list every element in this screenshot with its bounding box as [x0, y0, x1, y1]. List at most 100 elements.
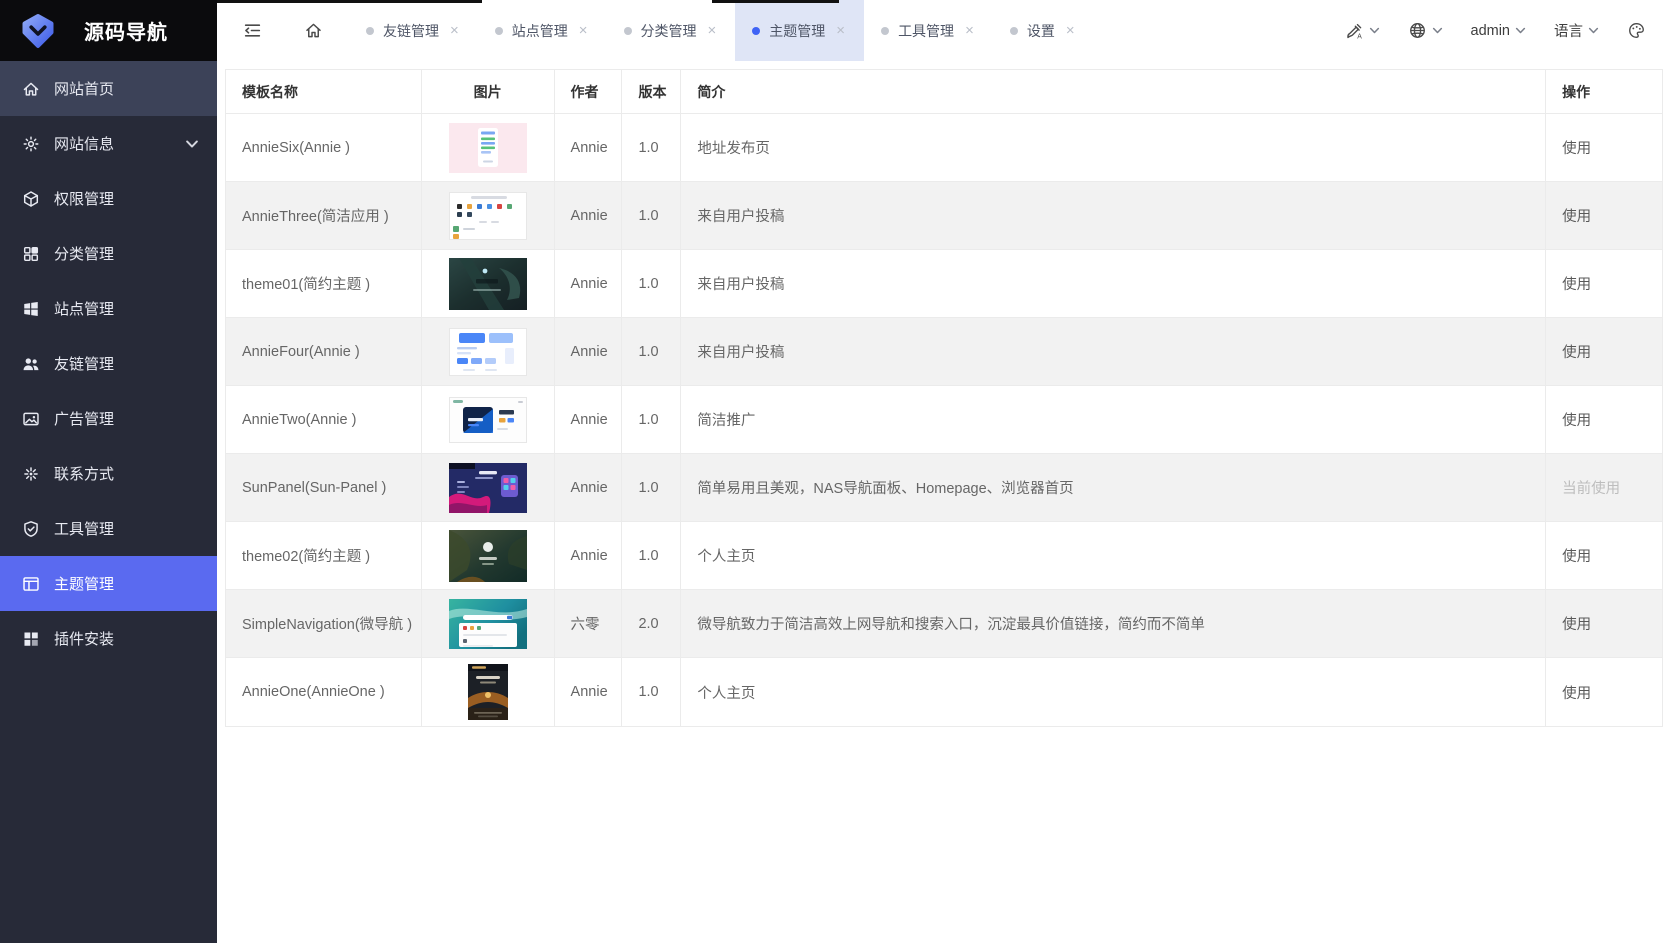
thumbnail-cell	[421, 590, 555, 658]
brand-logo-icon	[18, 11, 58, 51]
chevron-down-icon	[1588, 26, 1599, 35]
author-cell: Annie	[554, 250, 623, 318]
template-name-cell: AnnieTwo(Annie )	[226, 386, 422, 454]
version-cell: 1.0	[622, 522, 682, 590]
tab-close-icon[interactable]: ×	[577, 21, 590, 40]
sidebar-item-site-windows[interactable]: 站点管理	[0, 281, 217, 336]
tab-1[interactable]: 站点管理 ×	[478, 0, 607, 61]
cube-icon	[22, 190, 40, 208]
sidebar-item-category-grid[interactable]: 分类管理	[0, 226, 217, 281]
sidebar-item-users[interactable]: 友链管理	[0, 336, 217, 391]
action-use-button[interactable]: 使用	[1562, 409, 1591, 430]
tab-3[interactable]: 主题管理 ×	[735, 0, 865, 61]
sidebar-item-shield-check[interactable]: 工具管理	[0, 501, 217, 556]
action-use-button[interactable]: 使用	[1562, 341, 1591, 362]
author-cell: Annie	[554, 114, 623, 182]
tab-close-icon[interactable]: ×	[706, 21, 719, 40]
theme-thumbnail	[448, 598, 527, 649]
column-header: 简介	[681, 70, 1547, 114]
translate-menu[interactable]: A	[1345, 21, 1380, 40]
action-use-button[interactable]: 使用	[1562, 273, 1591, 294]
table-row: theme01(简约主题 ) Annie 1.0 来自用户投稿 使用	[226, 250, 1663, 318]
sidebar-item-label: 广告管理	[54, 411, 115, 428]
action-use-button[interactable]: 使用	[1562, 137, 1591, 158]
column-header: 作者	[554, 70, 623, 114]
template-name-cell: AnnieThree(简洁应用 )	[226, 182, 422, 250]
sidebar-item-plugin-grid[interactable]: 插件安装	[0, 611, 217, 666]
sidebar-item-label: 插件安装	[54, 631, 115, 648]
action-use-button[interactable]: 使用	[1562, 613, 1591, 634]
template-name-cell: AnnieOne(AnnieOne )	[226, 658, 422, 726]
tab-4[interactable]: 工具管理 ×	[864, 0, 993, 61]
brand-bar: 源码导航	[0, 0, 217, 61]
tab-close-icon[interactable]: ×	[448, 21, 461, 40]
username: admin	[1470, 22, 1511, 39]
tab-label: 主题管理	[769, 22, 826, 39]
action-cell: 使用	[1546, 386, 1663, 454]
action-use-button[interactable]: 使用	[1562, 545, 1591, 566]
table-row: AnnieFour(Annie ) Annie 1.0 来自用户投稿 使用	[226, 318, 1663, 386]
description-cell: 简单易用且美观，NAS导航面板、Homepage、浏览器首页	[681, 454, 1547, 522]
chevron-down-icon	[1515, 26, 1526, 35]
language-menu[interactable]: 语言	[1554, 20, 1599, 41]
tab-0[interactable]: 友链管理 ×	[349, 0, 478, 61]
users-icon	[22, 355, 40, 373]
menu-fold-icon[interactable]	[243, 21, 262, 40]
brand-title: 源码导航	[84, 22, 168, 44]
description-cell: 来自用户投稿	[681, 182, 1547, 250]
globe-menu[interactable]	[1408, 21, 1443, 40]
tab-close-icon[interactable]: ×	[834, 21, 847, 40]
template-name-cell: SimpleNavigation(微导航 )	[226, 590, 422, 658]
sidebar-item-image[interactable]: 广告管理	[0, 391, 217, 446]
gear-icon	[22, 135, 40, 153]
action-cell: 使用	[1546, 658, 1662, 726]
sidebar-item-cube[interactable]: 权限管理	[0, 171, 217, 226]
sidebar-item-label: 工具管理	[54, 521, 115, 538]
template-name-cell: AnnieSix(Annie )	[226, 114, 422, 182]
user-menu[interactable]: admin	[1471, 23, 1527, 39]
description-cell: 来自用户投稿	[681, 250, 1547, 318]
author-cell: Annie	[554, 386, 623, 454]
table-body: AnnieSix(Annie ) Annie 1.0 地址发布页 使用 Anni…	[226, 114, 1663, 726]
top-edge-artifact	[712, 0, 839, 3]
version-cell: 1.0	[622, 182, 682, 250]
sidebar-item-home[interactable]: 网站首页	[0, 61, 217, 116]
svg-text:A: A	[1357, 34, 1362, 40]
chevron-down-icon	[1432, 26, 1443, 35]
column-header: 模板名称	[226, 70, 422, 114]
version-cell: 1.0	[622, 318, 682, 386]
globe-icon	[1408, 21, 1427, 40]
sidebar-item-contact-spark[interactable]: 联系方式	[0, 446, 217, 501]
tab-2[interactable]: 分类管理 ×	[607, 0, 736, 61]
tab-5[interactable]: 设置 ×	[993, 0, 1094, 61]
tab-close-icon[interactable]: ×	[1064, 21, 1077, 40]
author-cell: Annie	[554, 454, 623, 522]
thumbnail-cell	[421, 386, 555, 454]
column-header: 图片	[421, 70, 555, 114]
version-cell: 1.0	[622, 658, 682, 726]
template-name-cell: AnnieFour(Annie )	[226, 318, 422, 386]
action-cell: 使用	[1546, 182, 1663, 250]
sidebar-item-label: 联系方式	[54, 466, 115, 483]
palette-icon[interactable]	[1627, 21, 1646, 40]
table-row: SimpleNavigation(微导航 ) 六零 2.0 微导航致力于简洁高效…	[226, 590, 1663, 658]
author-cell: Annie	[554, 522, 623, 590]
home-outline-icon[interactable]	[304, 21, 323, 40]
theme-thumbnail	[448, 396, 527, 443]
action-cell: 使用	[1546, 590, 1663, 658]
tab-bar: 友链管理 × 站点管理 × 分类管理 × 主题管理 × 工具管理 × 设置 ×	[349, 0, 1094, 61]
action-cell: 当前使用	[1546, 454, 1663, 522]
template-name-cell: SunPanel(Sun-Panel )	[226, 454, 422, 522]
tab-close-icon[interactable]: ×	[963, 21, 976, 40]
sidebar-item-theme-layout[interactable]: 主题管理	[0, 556, 217, 611]
thumbnail-cell	[421, 182, 555, 250]
action-use-button[interactable]: 使用	[1562, 205, 1591, 226]
sidebar-item-label: 网站首页	[54, 81, 115, 98]
sidebar-item-gear[interactable]: 网站信息	[0, 116, 217, 171]
action-use-button[interactable]: 使用	[1562, 682, 1591, 703]
action-current-status: 当前使用	[1562, 481, 1621, 497]
topbar-right: A admin 语言	[1345, 20, 1672, 41]
author-cell: Annie	[554, 318, 623, 386]
description-cell: 微导航致力于简洁高效上网导航和搜索入口，沉淀最具价值链接，简约而不简单	[681, 590, 1547, 658]
column-header: 操作	[1546, 70, 1663, 114]
